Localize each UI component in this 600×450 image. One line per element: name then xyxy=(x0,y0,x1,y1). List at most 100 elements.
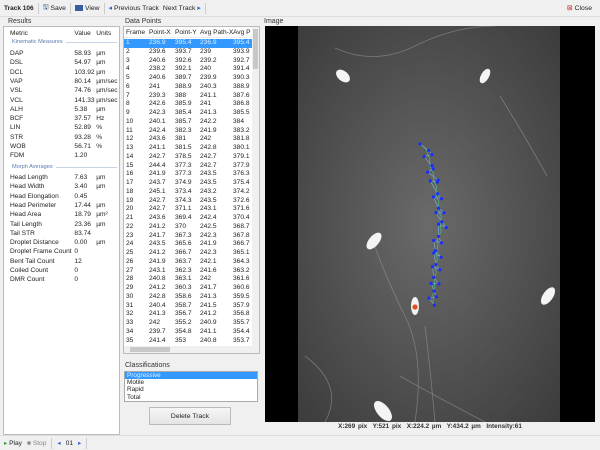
table-row[interactable]: 22 241.2 370 242.5 368.7 xyxy=(124,223,254,232)
cell: Coiled Count xyxy=(10,267,49,274)
table-row[interactable]: 12 243.6 381 242 381.8 xyxy=(124,135,254,144)
cell xyxy=(96,267,120,276)
table-row[interactable]: 10 240.1 385.7 242.2 384 xyxy=(124,118,254,127)
prev-frame-button[interactable]: ◂ xyxy=(57,439,60,447)
cell: 362.3 xyxy=(175,266,192,274)
table-row[interactable]: 5 240.6 389.7 239.9 390.3 xyxy=(124,74,254,83)
table-row[interactable]: 26 241.9 363.7 242.1 364.3 xyxy=(124,258,254,267)
view-icon xyxy=(74,5,83,11)
table-row[interactable]: 27 243.1 362.3 241.6 363.2 xyxy=(124,267,254,276)
classification-item[interactable]: Rapid xyxy=(125,386,257,393)
cell: 376.3 xyxy=(233,170,250,178)
cell: 14 xyxy=(126,152,134,160)
cell xyxy=(96,230,120,239)
cell: 18 xyxy=(126,187,134,195)
frame-number: 01 xyxy=(65,439,74,447)
cell: 374.2 xyxy=(233,187,250,195)
table-row[interactable]: 3 240.6 392.6 239.2 392.7 xyxy=(124,57,254,66)
track-point xyxy=(432,289,436,293)
table-row[interactable]: 21 243.6 369.4 242.4 370.4 xyxy=(124,214,254,223)
table-row[interactable]: 19 242.7 374.3 243.5 372.6 xyxy=(124,197,254,206)
table-row[interactable]: 25 241.2 366.7 242.3 365.1 xyxy=(124,249,254,258)
table-row[interactable]: 9 242.3 385.4 241.3 385.5 xyxy=(124,109,254,118)
vertical-scrollbar-thumb[interactable] xyxy=(253,29,258,69)
table-row[interactable]: 15 244.4 377.3 242.7 377.9 xyxy=(124,162,254,171)
cell: 372.6 xyxy=(233,196,250,204)
cell: 355.7 xyxy=(233,319,250,326)
column-header[interactable]: Frame xyxy=(126,29,145,36)
next-track-button[interactable]: Next Track ▸ xyxy=(163,4,201,13)
cell: 364.3 xyxy=(233,257,250,265)
table-row[interactable]: 23 241.7 367.3 242.3 367.8 xyxy=(124,232,254,241)
cell: 392.6 xyxy=(175,56,192,64)
play-button[interactable]: ▸ Play xyxy=(4,439,22,447)
cell: 241.1 xyxy=(149,144,166,151)
table-row[interactable]: 18 245.1 373.4 243.2 374.2 xyxy=(124,188,254,197)
cell: 379.1 xyxy=(233,152,250,160)
data-points-table[interactable]: Frame Point-X Point-Y Avg Path-X Avg P 1 236.9… xyxy=(123,26,260,354)
next-frame-button[interactable]: ▸ xyxy=(78,439,81,447)
view-button[interactable]: View xyxy=(74,5,100,12)
cell: 23.36 xyxy=(74,220,91,228)
classification-item[interactable]: Progressive xyxy=(125,372,257,380)
cell: 241.3 xyxy=(200,109,217,116)
table-row[interactable]: 14 242.7 378.5 242.7 379.1 xyxy=(124,153,254,162)
track-point xyxy=(431,167,435,171)
column-header[interactable]: Point-Y xyxy=(175,29,197,36)
vertical-scrollbar[interactable] xyxy=(252,27,259,347)
table-row[interactable]: 31 240.4 358.7 241.5 357.9 xyxy=(124,302,254,311)
table-row[interactable]: 35 241.4 353 240.8 353.7 xyxy=(124,337,254,346)
classification-item[interactable]: Total xyxy=(125,394,257,401)
microscope-image[interactable] xyxy=(265,25,595,423)
column-header[interactable]: Avg Path-X xyxy=(200,29,233,36)
cell: 363.7 xyxy=(175,257,192,265)
table-row[interactable]: 28 240.8 363.1 242 361.6 xyxy=(124,275,254,284)
table-row[interactable]: 30 242.8 358.6 241.3 359.5 xyxy=(124,293,254,302)
table-header: Frame Point-X Point-Y Avg Path-X Avg P xyxy=(124,29,254,38)
close-button[interactable]: ⊠ Close xyxy=(567,4,592,13)
table-row[interactable]: 11 242.4 382.3 241.9 383.2 xyxy=(124,127,254,136)
table-row[interactable]: 16 241.9 377.3 243.5 376.3 xyxy=(124,170,254,179)
cell: VSL xyxy=(10,87,23,95)
stop-button[interactable]: ■ Stop xyxy=(27,440,46,447)
metric-row: Droplet Frame Count 0 xyxy=(10,248,120,257)
table-row[interactable]: 33 242 355.2 240.9 355.7 xyxy=(124,319,254,328)
classifications-list[interactable]: Progressive Motile Rapid Total xyxy=(124,371,258,402)
table-row[interactable]: 7 239.3 388 241.1 387.6 xyxy=(124,92,254,101)
cell: 30 xyxy=(126,292,134,300)
table-row[interactable]: 29 241.2 360.3 241.7 360.6 xyxy=(124,284,254,293)
table-row[interactable]: 1 236.9 395.4 236.9 395.4 xyxy=(124,39,254,48)
morph-section-label: Morph Averages xyxy=(12,164,117,170)
table-row[interactable]: 24 243.5 365.6 241.9 366.7 xyxy=(124,240,254,249)
table-row[interactable]: 32 241.3 356.7 241.2 356.8 xyxy=(124,310,254,319)
cell: 363.1 xyxy=(175,275,192,283)
cell: 23 xyxy=(126,231,134,239)
cell: 243.5 xyxy=(149,240,166,248)
table-row[interactable]: 6 241 388.9 240.3 388.9 xyxy=(124,83,254,92)
table-row[interactable]: 8 242.6 385.9 241 386.8 xyxy=(124,100,254,109)
cell: 239 xyxy=(200,47,212,55)
cell: Head Perimeter xyxy=(10,201,57,209)
table-row[interactable]: 34 239.7 354.8 241.1 354.4 xyxy=(124,328,254,337)
cell: 240.3 xyxy=(200,82,217,90)
table-row[interactable]: 17 243.7 374.9 243.5 375.4 xyxy=(124,179,254,188)
classification-item[interactable]: Motile xyxy=(125,379,257,386)
metric-row: DAP 58.93 µm xyxy=(10,50,120,59)
table-row[interactable]: 13 241.1 381.5 242.8 380.1 xyxy=(124,144,254,153)
cell: 242.3 xyxy=(149,109,166,116)
cell: 8 xyxy=(126,100,130,108)
previous-track-button[interactable]: ◂ Previous Track xyxy=(109,4,159,13)
table-row[interactable]: 20 242.7 371.1 243.1 371.6 xyxy=(124,205,254,214)
track-point xyxy=(432,303,436,307)
column-header[interactable]: Avg P xyxy=(233,29,250,36)
cell: 241.6 xyxy=(200,266,217,274)
cell: 242 xyxy=(149,319,161,326)
save-button[interactable]: 🖫 Save xyxy=(43,3,66,14)
horizontal-scrollbar-thumb[interactable] xyxy=(130,347,170,352)
metric-row: Head Area 18.79 µm² xyxy=(10,211,120,220)
column-header[interactable]: Point-X xyxy=(149,29,171,36)
table-row[interactable]: 2 239.6 393.7 239 393.9 xyxy=(124,48,254,57)
table-row[interactable]: 4 238.2 392.1 240 391.4 xyxy=(124,65,254,74)
cell: µm xyxy=(96,239,106,247)
delete-track-button[interactable]: Delete Track xyxy=(149,407,231,425)
